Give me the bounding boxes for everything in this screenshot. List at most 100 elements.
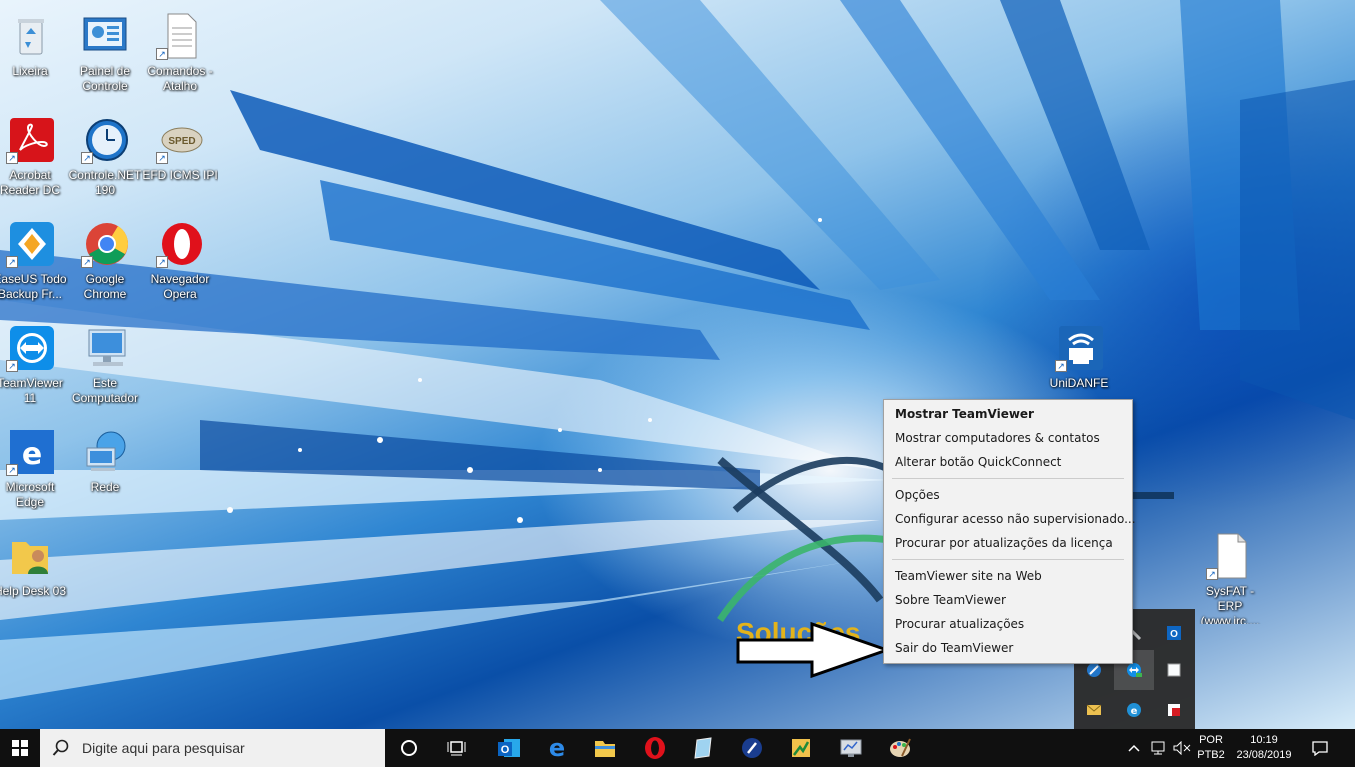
task-view-button[interactable] [433, 729, 481, 767]
outlook-icon: O [498, 739, 520, 757]
computer-icon [81, 324, 129, 372]
svg-text:e: e [22, 437, 42, 472]
menu-item-procurar-licenca[interactable]: Procurar por atualizações da licença [884, 531, 1132, 555]
efd-icon: SPED ↗ [156, 116, 204, 164]
show-hidden-icons-button[interactable] [1124, 729, 1144, 767]
svg-text:SPED: SPED [168, 136, 195, 147]
menu-item-configurar-acesso[interactable]: Configurar acesso não supervisionado... [884, 507, 1136, 531]
taskbar-file-explorer[interactable] [581, 729, 629, 767]
teamviewer-context-menu: Mostrar TeamViewer Mostrar computadores … [883, 399, 1136, 664]
notification-icon [1312, 741, 1328, 756]
document-icon: ↗ [1206, 532, 1254, 580]
taskbar-monitor-app[interactable] [827, 729, 875, 767]
menu-item-sobre[interactable]: Sobre TeamViewer [884, 588, 1132, 612]
menu-item-opcoes[interactable]: Opções [884, 483, 1132, 507]
mail-tray-icon[interactable] [1074, 690, 1114, 730]
paint-palette-icon [890, 738, 911, 757]
clock-time: 10:19 [1250, 734, 1278, 746]
desktop-icon-acrobat[interactable]: ↗ Acrobat Reader DC [0, 112, 68, 208]
desktop-icon-comandos[interactable]: ↗ Comandos - Atalho [142, 8, 218, 104]
app-red-tray-icon[interactable] [1154, 690, 1194, 730]
shortcut-arrow-icon: ↗ [81, 152, 93, 164]
clock-icon: ↗ [81, 116, 129, 164]
shortcut-arrow-icon: ↗ [156, 152, 168, 164]
taskbar-compass-app[interactable] [728, 729, 776, 767]
language-code: POR [1199, 734, 1223, 746]
clock[interactable]: 10:19 23/08/2019 [1232, 729, 1296, 767]
edge-icon: e ↗ [6, 428, 54, 476]
taskbar-outlook[interactable]: O [485, 729, 533, 767]
desktop-icon-controle-net[interactable]: ↗ Controle.NET 190 [67, 112, 143, 208]
svg-text:e: e [1131, 706, 1138, 717]
desktop-icon-este-computador[interactable]: Este Computador [67, 320, 143, 416]
desktop-icon-opera[interactable]: ↗ Navegador Opera [142, 216, 218, 312]
easeus-icon: ↗ [6, 220, 54, 268]
taskbar-paint[interactable] [876, 729, 924, 767]
desktop-icon-chrome[interactable]: ↗ Google Chrome [67, 216, 143, 312]
svg-text:e: e [549, 736, 565, 760]
unidanfe-icon: ↗ [1055, 324, 1103, 372]
start-button[interactable] [0, 729, 40, 767]
task-view-icon [447, 741, 466, 756]
action-center-button[interactable] [1300, 729, 1340, 767]
svg-text:O: O [501, 744, 510, 756]
desktop-icon-lixeira[interactable]: Lixeira [0, 8, 68, 104]
taskbar-notes[interactable] [679, 729, 727, 767]
cortana-button[interactable] [385, 729, 433, 767]
shortcut-arrow-icon: ↗ [156, 48, 168, 60]
taskbar-search-box[interactable]: Digite aqui para pesquisar [40, 729, 385, 767]
search-icon [52, 739, 69, 756]
menu-item-alterar-quickconnect[interactable]: Alterar botão QuickConnect [884, 450, 1132, 474]
shortcut-arrow-icon: ↗ [1055, 360, 1067, 372]
menu-separator [892, 478, 1124, 479]
menu-item-sair[interactable]: Sair do TeamViewer [884, 636, 1132, 660]
opera-icon: ↗ [156, 220, 204, 268]
speaker-muted-icon [1173, 741, 1191, 755]
menu-item-mostrar-computadores[interactable]: Mostrar computadores & contatos [884, 426, 1132, 450]
shortcut-arrow-icon: ↗ [6, 464, 18, 476]
outlook-tray-icon[interactable]: O [1154, 613, 1194, 653]
taskbar-edge[interactable]: e [533, 729, 581, 767]
shortcut-arrow-icon: ↗ [81, 256, 93, 268]
network-wired-icon [1151, 741, 1165, 755]
chevron-up-icon [1128, 744, 1140, 752]
search-placeholder: Digite aqui para pesquisar [82, 740, 245, 756]
document-icon: ↗ [156, 12, 204, 60]
shortcut-arrow-icon: ↗ [156, 256, 168, 268]
clock-date: 23/08/2019 [1236, 749, 1292, 761]
opera-icon [645, 737, 665, 759]
menu-item-mostrar-teamviewer[interactable]: Mostrar TeamViewer [884, 402, 1132, 426]
desktop-icon-rede[interactable]: Rede [67, 424, 143, 520]
svg-text:O: O [1170, 629, 1178, 640]
keyboard-layout: PTB2 [1197, 749, 1225, 761]
notes-app-icon [694, 737, 712, 759]
menu-item-site-web[interactable]: TeamViewer site na Web [884, 564, 1132, 588]
desktop-icon-sysfat[interactable]: ↗ SysFAT - ERP (www.jrc.... [1192, 528, 1268, 624]
desktop-icon-easeus[interactable]: ↗ EaseUS Todo Backup Fr... [0, 216, 68, 312]
teamviewer-icon: ↗ [6, 324, 54, 372]
cortana-circle-icon [401, 740, 417, 756]
chrome-icon: ↗ [81, 220, 129, 268]
network-icon [81, 428, 129, 476]
desktop-icon-painel-controle[interactable]: Painel de Controle [67, 8, 143, 104]
volume-tray-button[interactable] [1172, 729, 1192, 767]
acrobat-icon: ↗ [6, 116, 54, 164]
menu-item-procurar-atualizacoes[interactable]: Procurar atualizações [884, 612, 1132, 636]
desktop-icon-edge[interactable]: e ↗ Microsoft Edge [0, 424, 68, 520]
windows-logo-icon [12, 740, 28, 756]
taskbar-opera[interactable] [631, 729, 679, 767]
desktop-icon-help-desk[interactable]: Help Desk 03 [0, 528, 68, 624]
language-indicator[interactable]: POR PTB2 [1194, 729, 1228, 767]
shortcut-arrow-icon: ↗ [6, 360, 18, 372]
taskbar-puzzle-app[interactable] [777, 729, 825, 767]
folder-user-icon [6, 532, 54, 580]
folder-icon [595, 741, 615, 757]
desktop-icon-efd[interactable]: SPED ↗ EFD ICMS IPI [142, 112, 218, 208]
desktop-icon-teamviewer[interactable]: ↗ TeamViewer 11 [0, 320, 68, 416]
compass-icon [742, 738, 762, 758]
network-tray-button[interactable] [1148, 729, 1170, 767]
edge-icon: e [549, 736, 565, 760]
browser-tray-icon[interactable]: e [1114, 690, 1154, 730]
white-square-tray-icon[interactable] [1154, 650, 1194, 690]
recycle-bin-icon [6, 12, 54, 60]
